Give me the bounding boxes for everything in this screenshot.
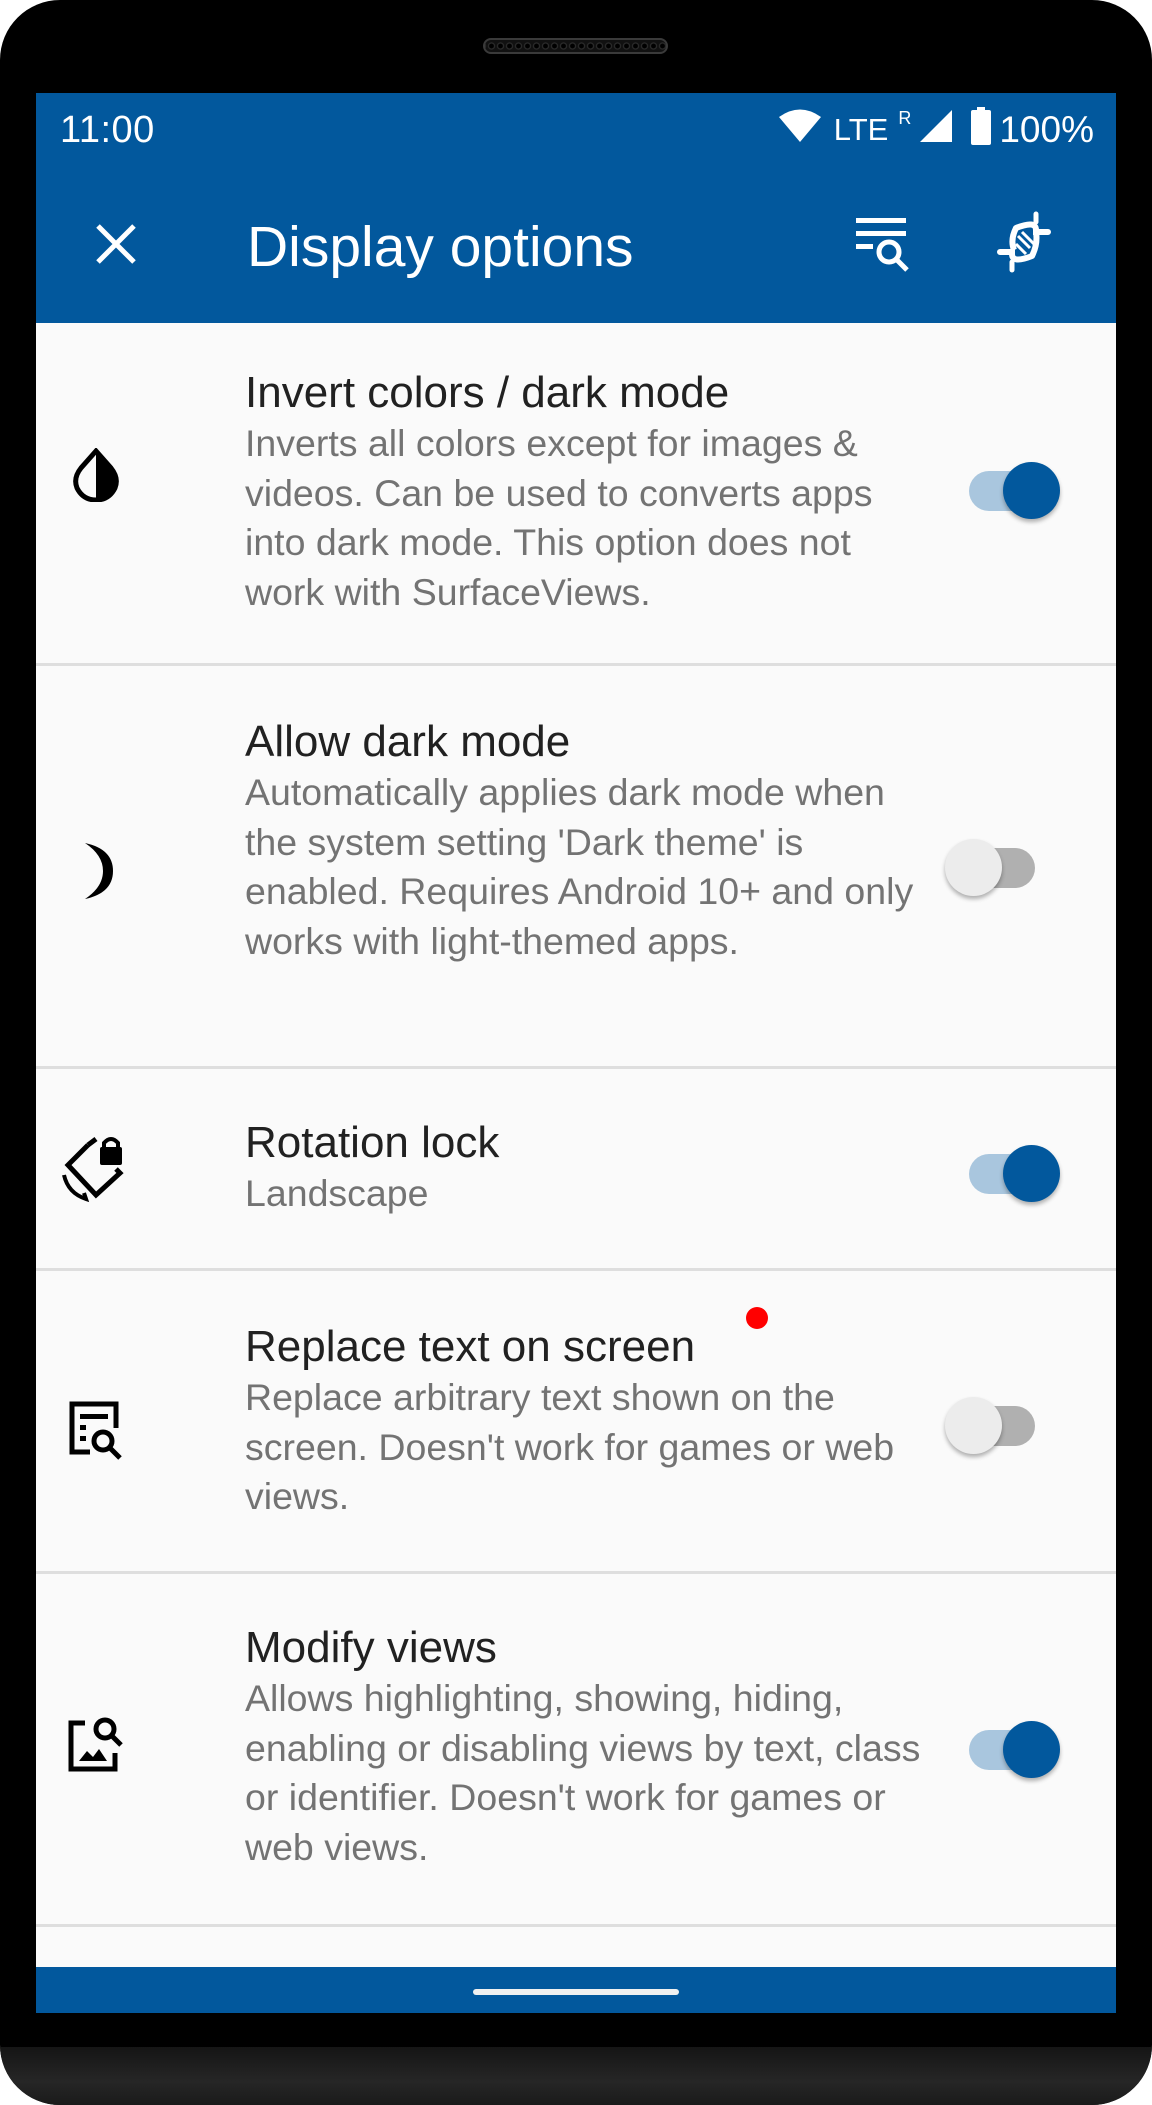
setting-replace-text[interactable]: Replace text on screen Replace arbitrary… bbox=[36, 1271, 1116, 1574]
setting-title-text: Replace text on screen bbox=[245, 1322, 696, 1371]
new-feature-badge bbox=[746, 1307, 768, 1329]
invert-colors-icon bbox=[60, 439, 132, 511]
allow-dark-mode-switch[interactable] bbox=[945, 838, 1045, 898]
screen: 11:00 LTE R 100% Display options Invert … bbox=[36, 93, 1116, 2013]
setting-title: Rotation lock bbox=[245, 1118, 500, 1167]
setting-summary: Replace arbitrary text shown on the scre… bbox=[245, 1376, 895, 1518]
device-frame: 11:00 LTE R 100% Display options Invert … bbox=[0, 0, 1152, 2105]
dna-icon bbox=[994, 210, 1054, 279]
status-bar: 11:00 LTE R 100% bbox=[36, 93, 1116, 170]
battery-percent: 100% bbox=[999, 109, 1094, 150]
setting-summary: Allows highlighting, showing, hiding, en… bbox=[245, 1677, 921, 1869]
setting-invert-colors[interactable]: Invert colors / dark mode Inverts all co… bbox=[36, 323, 1116, 666]
page-title: Display options bbox=[247, 215, 634, 279]
setting-modify-views[interactable]: Modify views Allows highlighting, showin… bbox=[36, 1574, 1116, 1927]
switch-thumb bbox=[1003, 1721, 1060, 1778]
status-icons: LTE R 100% bbox=[778, 105, 1094, 155]
setting-title: Allow dark mode bbox=[245, 717, 571, 766]
setting-summary: Automatically applies dark mode when the… bbox=[245, 771, 914, 963]
app-bar: Display options bbox=[36, 170, 1116, 323]
setting-summary: Landscape bbox=[245, 1172, 429, 1214]
home-gesture-handle[interactable] bbox=[473, 1989, 679, 1995]
status-time: 11:00 bbox=[60, 109, 155, 151]
switch-thumb bbox=[1003, 462, 1060, 519]
switch-thumb bbox=[945, 1397, 1002, 1454]
app-logo-button[interactable] bbox=[988, 208, 1060, 280]
find-replace-text-icon bbox=[60, 1393, 132, 1465]
modify-views-switch[interactable] bbox=[967, 1720, 1067, 1780]
setting-title: Replace text on screen bbox=[245, 1307, 768, 1373]
setting-allow-dark-mode[interactable]: Allow dark mode Automatically applies da… bbox=[36, 666, 1116, 1069]
search-filter-button[interactable] bbox=[846, 210, 918, 282]
cell-signal-icon bbox=[919, 108, 953, 153]
earpiece-speaker bbox=[483, 38, 668, 54]
filter-search-icon bbox=[852, 214, 912, 279]
battery-icon bbox=[971, 106, 992, 154]
setting-rotation-lock[interactable]: Rotation lock Landscape bbox=[36, 1069, 1116, 1271]
device-chin bbox=[0, 2047, 1152, 2105]
rotation-lock-icon bbox=[60, 1133, 132, 1205]
setting-title: Modify views bbox=[245, 1623, 497, 1672]
switch-thumb bbox=[945, 839, 1002, 896]
switch-thumb bbox=[1003, 1145, 1060, 1202]
setting-summary: Inverts all colors except for images & v… bbox=[245, 422, 873, 614]
rotation-lock-switch[interactable] bbox=[967, 1144, 1067, 1204]
replace-text-switch[interactable] bbox=[945, 1396, 1045, 1456]
network-type: LTE bbox=[833, 112, 889, 147]
navigation-bar bbox=[36, 1967, 1116, 2013]
setting-title: Invert colors / dark mode bbox=[245, 368, 730, 417]
close-button[interactable] bbox=[76, 206, 156, 286]
image-search-icon bbox=[60, 1708, 132, 1780]
roaming-indicator: R bbox=[898, 107, 912, 128]
close-icon bbox=[94, 222, 138, 271]
invert-colors-switch[interactable] bbox=[967, 461, 1067, 521]
wifi-icon bbox=[778, 108, 822, 153]
dark-mode-moon-icon bbox=[60, 835, 132, 907]
